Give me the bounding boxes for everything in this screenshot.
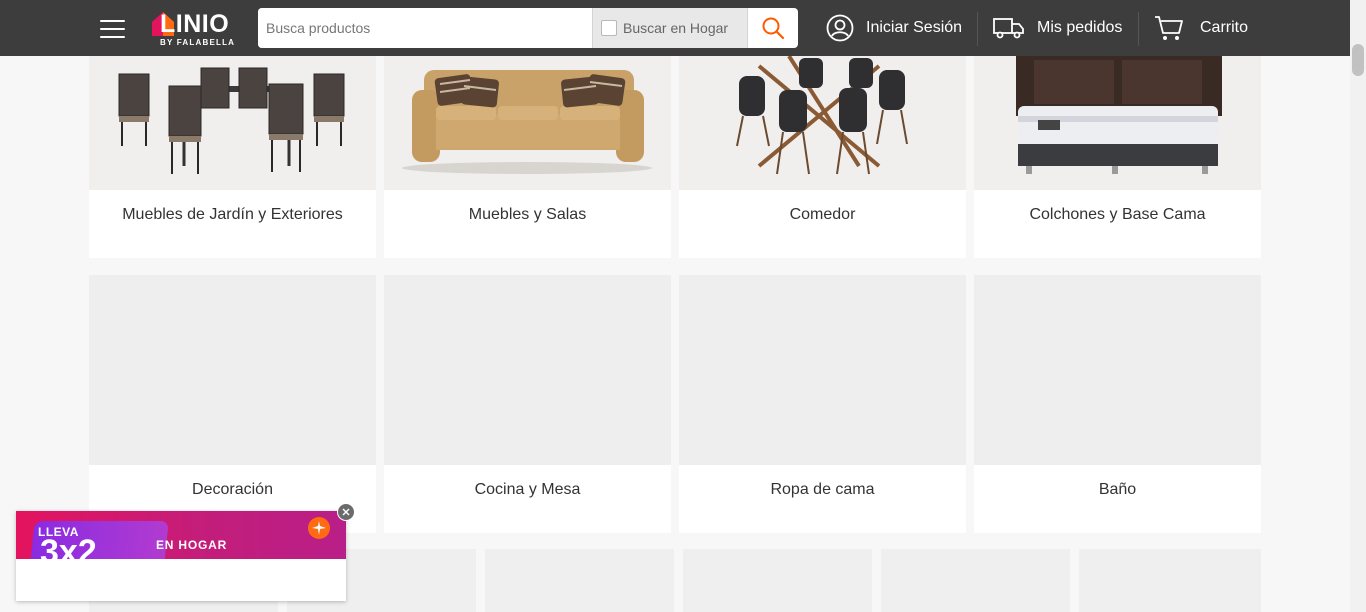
subcategory-tile[interactable]: [1079, 549, 1261, 612]
truck-icon: [993, 18, 1024, 39]
category-image: [679, 56, 966, 190]
subcategory-tile[interactable]: [881, 549, 1070, 612]
logo-wordmark: LINIO: [160, 10, 230, 38]
scope-label: Buscar en Hogar: [623, 20, 729, 36]
top-header: LINIO BY FALABELLA Buscar en Hogar Inici…: [0, 0, 1350, 56]
category-label: Ropa de cama: [770, 481, 875, 498]
promo-offer: 3x2: [40, 533, 97, 559]
subcategory-tile[interactable]: [485, 549, 674, 612]
bed-image: [1016, 56, 1222, 174]
dining-set-image: [736, 56, 908, 175]
category-label: Baño: [1098, 481, 1137, 498]
search-button[interactable]: [748, 8, 798, 48]
category-card-ropa-cama[interactable]: Ropa de cama: [679, 275, 966, 533]
category-label: Muebles y Salas: [468, 206, 587, 223]
airplane-icon: [308, 517, 330, 539]
subcategory-tile[interactable]: [683, 549, 872, 612]
category-label: Muebles de Jardín y Exteriores: [122, 206, 343, 223]
page-scrollbar[interactable]: [1350, 0, 1366, 612]
category-card-bano[interactable]: Baño: [974, 275, 1261, 533]
category-card-cocina[interactable]: Cocina y Mesa: [384, 275, 671, 533]
category-card-decoracion[interactable]: Decoración: [89, 275, 376, 533]
sofa-image: [402, 70, 652, 174]
scrollbar-thumb[interactable]: [1352, 44, 1364, 76]
promo-banner[interactable]: LLEVA 3x2 EN HOGAR: [16, 511, 346, 559]
category-card-jardin[interactable]: Muebles de Jardín y Exteriores: [89, 56, 376, 258]
promo-text: EN HOGAR: [156, 538, 228, 552]
nav-divider: [1138, 12, 1139, 46]
cart-icon: [1155, 16, 1183, 40]
category-image: [974, 56, 1261, 190]
cart-link[interactable]: Carrito: [1154, 10, 1248, 46]
category-image: [384, 56, 671, 190]
logo-subtitle: BY FALABELLA: [160, 38, 236, 47]
close-icon[interactable]: [337, 503, 355, 521]
orders-link[interactable]: Mis pedidos: [993, 10, 1122, 46]
category-label: Colchones y Base Cama: [1029, 206, 1206, 223]
category-label: Comedor: [789, 206, 856, 223]
category-image: [89, 56, 376, 190]
category-card-comedor[interactable]: Comedor: [679, 56, 966, 258]
search-scope-toggle[interactable]: Buscar en Hogar: [592, 8, 748, 48]
linio-logo[interactable]: LINIO BY FALABELLA: [150, 8, 245, 50]
search-icon: [762, 17, 785, 40]
category-card-colchones[interactable]: Colchones y Base Cama: [974, 56, 1261, 258]
category-label: Cocina y Mesa: [474, 481, 581, 498]
category-image-placeholder: [89, 275, 376, 465]
promo-popup[interactable]: LLEVA 3x2 EN HOGAR: [16, 511, 346, 601]
category-image-placeholder: [679, 275, 966, 465]
cart-label: Carrito: [1200, 19, 1249, 36]
category-card-salas[interactable]: Muebles y Salas: [384, 56, 671, 258]
menu-icon[interactable]: [100, 20, 125, 38]
scope-checkbox[interactable]: [601, 20, 617, 36]
category-image-placeholder: [974, 275, 1261, 465]
patio-furniture-image: [118, 67, 345, 174]
login-link[interactable]: Iniciar Sesión: [826, 10, 962, 46]
category-label: Decoración: [192, 481, 273, 498]
orders-label: Mis pedidos: [1037, 19, 1123, 36]
login-label: Iniciar Sesión: [866, 19, 963, 36]
search-input[interactable]: [258, 8, 592, 48]
user-icon: [826, 14, 854, 42]
nav-divider: [977, 12, 978, 46]
category-image-placeholder: [384, 275, 671, 465]
search-bar: Buscar en Hogar: [258, 8, 798, 48]
